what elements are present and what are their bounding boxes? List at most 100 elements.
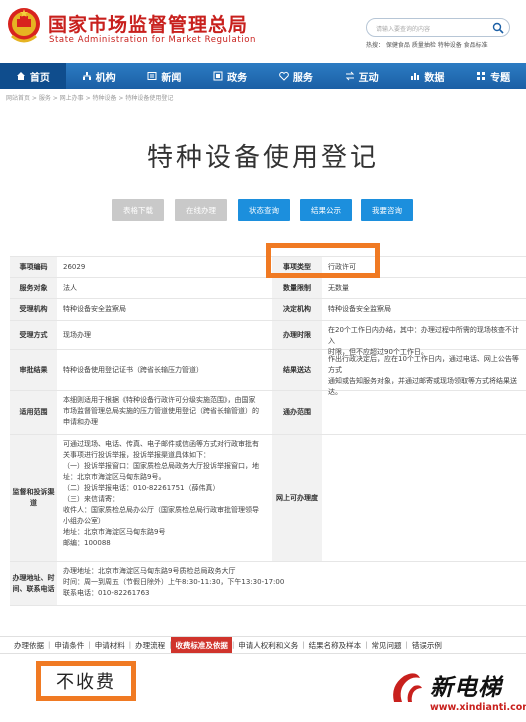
- nav-item-organization[interactable]: 机构: [66, 63, 132, 89]
- table-row: 受理方式 现场办理 办理时限 在20个工作日内办结，其中：办理过程中所需的现场核…: [10, 321, 526, 356]
- tab-conditions[interactable]: 申请条件: [50, 637, 88, 653]
- main-nav: 首页 机构 新闻 政务 服务 互动 数据 专题: [0, 63, 526, 89]
- nav-label: 机构: [95, 72, 116, 84]
- text-line: 通知或告知服务对象，并通过邮寄或现场领取等方式将结果送: [328, 377, 517, 385]
- fee-value: 不收费: [36, 661, 136, 701]
- table-row: 办理地址、时间、联系电话 办理地址：北京市海淀区马甸东路9号质检总局政务大厅 时…: [10, 562, 526, 606]
- text-line: 地址：北京市海淀区马甸东路9号: [63, 528, 166, 536]
- form-download-button[interactable]: 表格下载: [112, 199, 164, 221]
- table-label: 结果送达: [272, 350, 322, 390]
- table-row: 受理机构 特种设备安全监察局 决定机构 特种设备安全监察局: [10, 299, 526, 321]
- nav-label: 服务: [292, 72, 313, 84]
- watermark-url: www.xindianti.com: [430, 702, 526, 713]
- heart-icon: [279, 71, 289, 81]
- search-input[interactable]: 请输入要查询的内容: [366, 18, 510, 37]
- nav-item-government-affairs[interactable]: 政务: [197, 63, 263, 89]
- nav-label: 首页: [29, 72, 50, 84]
- national-emblem-icon[interactable]: [6, 6, 42, 46]
- home-icon: [16, 72, 25, 80]
- nav-item-data[interactable]: 数据: [395, 63, 461, 89]
- tab-faq[interactable]: 常见问题: [368, 637, 406, 653]
- text-line: 关事项进行投诉举报，投诉举报渠道具体如下：: [63, 451, 210, 459]
- table-label: 服务对象: [10, 278, 57, 298]
- text-line: 作出行政决定后，应在10个工作日内，通过电话、网上公告等方式: [328, 355, 519, 374]
- table-value: 可通过现场、电话、传真、电子邮件或信函等方式对行政审批有 关事项进行投诉举报，投…: [57, 435, 272, 561]
- tab-rights[interactable]: 申请人权利和义务: [234, 637, 302, 653]
- nav-label: 专题: [490, 72, 511, 84]
- table-value: 本细则适用于根据《特种设备行政许可分级实施范围》，由国家 市场监督管理总局实施的…: [57, 391, 272, 434]
- tab-process[interactable]: 办理流程: [131, 637, 169, 653]
- text-line: 联系电话：010-82261763: [63, 589, 150, 597]
- online-apply-button[interactable]: 在线办理: [175, 199, 227, 221]
- table-value: 办理地址：北京市海淀区马甸东路9号质检总局政务大厅 时间：周一到周五（节假日除外…: [57, 562, 526, 605]
- table-label: 监督和投诉渠道: [10, 435, 57, 561]
- text-line: 本细则适用于根据《特种设备行政许可分级实施范围》，由国家: [63, 396, 256, 404]
- nav-item-home[interactable]: 首页: [0, 63, 66, 89]
- table-value: 特种设备安全监察局: [63, 305, 126, 313]
- table-label: 受理方式: [10, 321, 57, 349]
- table-label: 适用范围: [10, 391, 57, 434]
- table-row: 审批结果 特种设备使用登记证书（跨省长输压力管道） 结果送达 作出行政决定后，应…: [10, 350, 526, 396]
- text-line: （三）来信请寄：: [63, 495, 119, 503]
- text-line: 时间：周一到周五（节假日除外）上午8:30-11:30，下午13:30-17:0…: [63, 578, 285, 586]
- nav-label: 政务: [227, 72, 248, 84]
- text-line: 在20个工作日内办结，其中：办理过程中所需的现场核查不计入: [328, 326, 519, 345]
- text-line: （二）投诉举报电话：010-82261751（薛伟真）: [63, 484, 220, 492]
- table-label: 审批结果: [10, 350, 57, 390]
- text-line: 邮编：100088: [63, 539, 111, 547]
- table-value: 特种设备安全监察局: [328, 305, 391, 313]
- swap-arrows-icon: [345, 71, 354, 81]
- tab-fees[interactable]: 收费标准及依据: [171, 637, 232, 653]
- nav-item-news[interactable]: 新闻: [132, 63, 198, 89]
- table-value: 无数量: [328, 283, 349, 292]
- tab-error-examples[interactable]: 错误示例: [408, 637, 446, 653]
- nav-label: 新闻: [161, 72, 182, 84]
- nav-item-topics[interactable]: 专题: [460, 63, 526, 89]
- watermark-name: 新电梯: [430, 675, 502, 701]
- text-line: 办理地址：北京市海淀区马甸东路9号质检总局政务大厅: [63, 567, 236, 575]
- tab-result-samples[interactable]: 结果名称及样本: [305, 637, 366, 653]
- hot-search-words[interactable]: 热搜： 保健食品 质量抽检 特种设备 食品标准: [366, 40, 488, 49]
- text-line: 申请和办理: [63, 418, 98, 426]
- nav-item-interaction[interactable]: 互动: [329, 63, 395, 89]
- breadcrumb[interactable]: 网站首页 > 服务 > 网上办事 > 特种设备 > 特种设备使用登记: [6, 93, 173, 102]
- table-row: 监督和投诉渠道 可通过现场、电话、传真、电子邮件或信函等方式对行政审批有 关事项…: [10, 435, 526, 562]
- text-line: 小组办公室）: [63, 517, 105, 525]
- result-publicity-button[interactable]: 结果公示: [300, 199, 352, 221]
- nav-item-services[interactable]: 服务: [263, 63, 329, 89]
- table-value: [322, 391, 526, 434]
- text-line: （一）投诉举报窗口：国家质检总局政务大厅投诉举报窗口，地: [63, 462, 259, 470]
- item-type-highlight: [266, 243, 380, 278]
- page-title: 特种设备使用登记: [146, 143, 379, 173]
- site-title[interactable]: 国家市场监督管理总局: [48, 10, 248, 37]
- organization-icon: [82, 72, 91, 80]
- table-label: 决定机构: [272, 299, 322, 320]
- bar-chart-icon: [411, 73, 420, 80]
- site-header: 国家市场监督管理总局 State Administration for Mark…: [0, 0, 526, 58]
- nav-label: 数据: [424, 72, 445, 84]
- table-label: 办理时限: [272, 321, 322, 349]
- table-value: 在20个工作日内办结，其中：办理过程中所需的现场核查不计入 时限，但不应超过90…: [322, 321, 526, 356]
- table-label: 事项编码: [10, 257, 57, 277]
- text-line: 市场监督管理总局实施的压力管道使用登记（跨省长输管道）的: [63, 407, 259, 415]
- grid-icon: [477, 72, 486, 80]
- table-label: 受理机构: [10, 299, 57, 320]
- table-value: [322, 435, 526, 561]
- search-icon[interactable]: [492, 22, 504, 34]
- consult-button[interactable]: 我要咨询: [361, 199, 413, 221]
- table-value: 26029: [63, 262, 86, 271]
- table-row: 适用范围 本细则适用于根据《特种设备行政许可分级实施范围》，由国家 市场监督管理…: [10, 391, 526, 435]
- table-label: 办理地址、时间、联系电话: [10, 562, 57, 605]
- nav-label: 互动: [358, 72, 379, 84]
- status-query-button[interactable]: 状态查询: [238, 199, 290, 221]
- table-label: 数量限制: [272, 278, 322, 298]
- table-value: 作出行政决定后，应在10个工作日内，通过电话、网上公告等方式 通知或告知服务对象…: [322, 350, 526, 396]
- search-placeholder: 请输入要查询的内容: [376, 26, 431, 33]
- tab-basis[interactable]: 办理依据: [0, 637, 48, 653]
- table-label: 通办范围: [272, 391, 322, 434]
- table-value: 特种设备使用登记证书（跨省长输压力管道）: [63, 365, 203, 374]
- tab-materials[interactable]: 申请材料: [91, 637, 129, 653]
- detail-tabs: 办理依据 | 申请条件 | 申请材料 | 办理流程 | 收费标准及依据 | 申请人权利和义…: [0, 636, 526, 654]
- table-value: 现场办理: [63, 330, 91, 339]
- news-icon: [147, 72, 157, 80]
